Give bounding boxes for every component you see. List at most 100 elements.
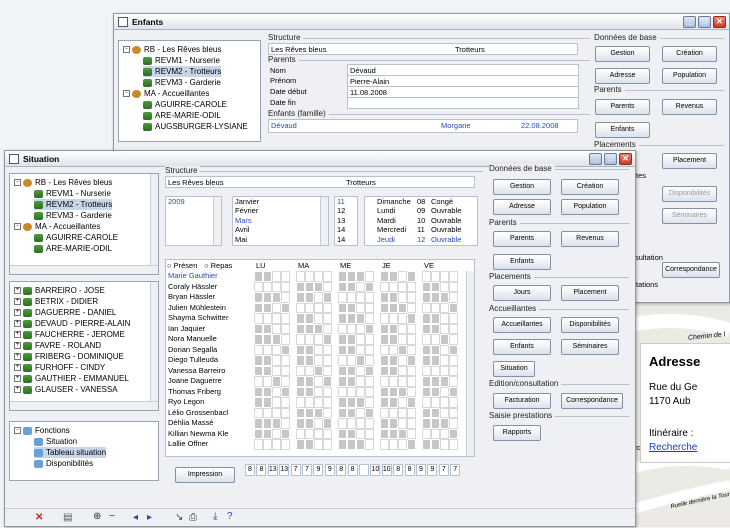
attendance-cell[interactable] bbox=[407, 376, 416, 387]
attendance-cell[interactable] bbox=[380, 302, 389, 313]
attendance-cell[interactable] bbox=[422, 418, 431, 429]
attendance-cell[interactable] bbox=[338, 439, 347, 450]
impression-button[interactable]: Impression bbox=[175, 467, 235, 483]
attendance-cell[interactable] bbox=[389, 292, 398, 303]
attendance-cell[interactable] bbox=[431, 386, 440, 397]
attendance-cell[interactable] bbox=[407, 365, 416, 376]
attendance-cell[interactable] bbox=[398, 302, 407, 313]
enfants-titlebar[interactable]: Enfants _ □ ✕ bbox=[114, 14, 729, 30]
attendance-cell[interactable] bbox=[449, 323, 458, 334]
attendance-cell[interactable] bbox=[314, 313, 323, 324]
attendance-cell[interactable] bbox=[281, 428, 290, 439]
attendance-cell[interactable] bbox=[296, 292, 305, 303]
attendance-cell[interactable] bbox=[431, 323, 440, 334]
attendance-cell[interactable] bbox=[281, 292, 290, 303]
attendance-cell[interactable] bbox=[323, 397, 332, 408]
attendance-cell[interactable] bbox=[296, 365, 305, 376]
attendance-cell[interactable] bbox=[305, 386, 314, 397]
attendance-cell[interactable] bbox=[356, 418, 365, 429]
attendance-cell[interactable] bbox=[347, 344, 356, 355]
attendance-cell[interactable] bbox=[296, 439, 305, 450]
attendance-cell[interactable] bbox=[398, 313, 407, 324]
attendance-cell[interactable] bbox=[305, 418, 314, 429]
revenus-button[interactable]: Revenus bbox=[662, 99, 717, 115]
attendance-cell[interactable] bbox=[296, 376, 305, 387]
attendance-cell[interactable] bbox=[272, 439, 281, 450]
attendance-cell[interactable] bbox=[254, 439, 263, 450]
attendance-cell[interactable] bbox=[338, 397, 347, 408]
enfants-tree[interactable]: - RB - Les Rêves bleus REVM1 - Nurserie R… bbox=[118, 40, 261, 142]
attendance-cell[interactable] bbox=[449, 271, 458, 282]
attendance-cell[interactable] bbox=[347, 428, 356, 439]
attendance-cell[interactable] bbox=[314, 376, 323, 387]
attendance-cell[interactable] bbox=[440, 313, 449, 324]
attendance-cell[interactable] bbox=[272, 281, 281, 292]
attendance-cell[interactable] bbox=[422, 313, 431, 324]
attendance-cell[interactable] bbox=[431, 344, 440, 355]
attendance-cell[interactable] bbox=[422, 386, 431, 397]
attendance-cell[interactable] bbox=[431, 313, 440, 324]
attendance-cell[interactable] bbox=[263, 271, 272, 282]
attendance-cell[interactable] bbox=[305, 271, 314, 282]
structure-field[interactable]: Les Rêves bleus Trotteurs bbox=[268, 43, 578, 55]
attendance-cell[interactable] bbox=[365, 271, 374, 282]
attendance-cell[interactable] bbox=[356, 292, 365, 303]
population-button[interactable]: Population bbox=[662, 68, 717, 84]
attendance-cell[interactable] bbox=[263, 344, 272, 355]
attendance-cell[interactable] bbox=[380, 313, 389, 324]
attendance-cell[interactable] bbox=[347, 397, 356, 408]
attendance-cell[interactable] bbox=[347, 439, 356, 450]
tree-item[interactable]: AGUIRRE-CAROLE bbox=[143, 99, 227, 110]
attendance-cell[interactable] bbox=[305, 439, 314, 450]
structure-field[interactable]: Les Rêves bleus Trotteurs bbox=[165, 176, 475, 188]
attendance-cell[interactable] bbox=[398, 271, 407, 282]
attendance-cell[interactable] bbox=[323, 428, 332, 439]
attendance-cell[interactable] bbox=[389, 397, 398, 408]
attendance-cell[interactable] bbox=[407, 271, 416, 282]
attendance-cell[interactable] bbox=[314, 292, 323, 303]
attendance-cell[interactable] bbox=[254, 365, 263, 376]
attendance-cell[interactable] bbox=[440, 376, 449, 387]
attendance-cell[interactable] bbox=[389, 386, 398, 397]
attendance-cell[interactable] bbox=[281, 407, 290, 418]
attendance-cell[interactable] bbox=[356, 323, 365, 334]
attendance-cell[interactable] bbox=[398, 407, 407, 418]
attendance-cell[interactable] bbox=[407, 355, 416, 366]
attendance-cell[interactable] bbox=[356, 302, 365, 313]
child-name[interactable]: Ian Jaquier bbox=[168, 324, 252, 333]
tree-item[interactable]: AGUIRRE-CAROLE bbox=[34, 232, 118, 243]
attendance-cell[interactable] bbox=[263, 313, 272, 324]
attendance-cell[interactable] bbox=[254, 376, 263, 387]
vertical-scrollbar[interactable] bbox=[213, 197, 221, 245]
attendance-cell[interactable] bbox=[380, 428, 389, 439]
attendance-cell[interactable] bbox=[281, 302, 290, 313]
attendance-cell[interactable] bbox=[338, 271, 347, 282]
child-name[interactable]: Lallie Offner bbox=[168, 439, 252, 448]
attendance-cell[interactable] bbox=[296, 355, 305, 366]
attendance-cell[interactable] bbox=[380, 344, 389, 355]
attendance-cell[interactable] bbox=[398, 334, 407, 345]
attendance-cell[interactable] bbox=[365, 397, 374, 408]
attendance-cell[interactable] bbox=[263, 355, 272, 366]
vertical-scrollbar[interactable] bbox=[150, 282, 158, 401]
attendance-cell[interactable] bbox=[314, 386, 323, 397]
attendance-cell[interactable] bbox=[449, 386, 458, 397]
attendance-cell[interactable] bbox=[380, 407, 389, 418]
add-icon[interactable]: ⊕ bbox=[93, 511, 101, 522]
attendance-cell[interactable] bbox=[449, 397, 458, 408]
attendance-cell[interactable] bbox=[263, 397, 272, 408]
attendance-cell[interactable] bbox=[323, 376, 332, 387]
attendance-cell[interactable] bbox=[356, 355, 365, 366]
attendance-cell[interactable] bbox=[365, 365, 374, 376]
radio-present[interactable]: ○ Présen bbox=[167, 261, 197, 270]
attendance-cell[interactable] bbox=[449, 407, 458, 418]
attendance-cell[interactable] bbox=[347, 418, 356, 429]
attendance-cell[interactable] bbox=[356, 334, 365, 345]
attendance-cell[interactable] bbox=[398, 397, 407, 408]
attendance-cell[interactable] bbox=[398, 355, 407, 366]
attendance-cell[interactable] bbox=[254, 334, 263, 345]
attendance-cell[interactable] bbox=[281, 439, 290, 450]
attendance-cell[interactable] bbox=[347, 376, 356, 387]
attendance-cell[interactable] bbox=[272, 428, 281, 439]
attendance-cell[interactable] bbox=[449, 344, 458, 355]
